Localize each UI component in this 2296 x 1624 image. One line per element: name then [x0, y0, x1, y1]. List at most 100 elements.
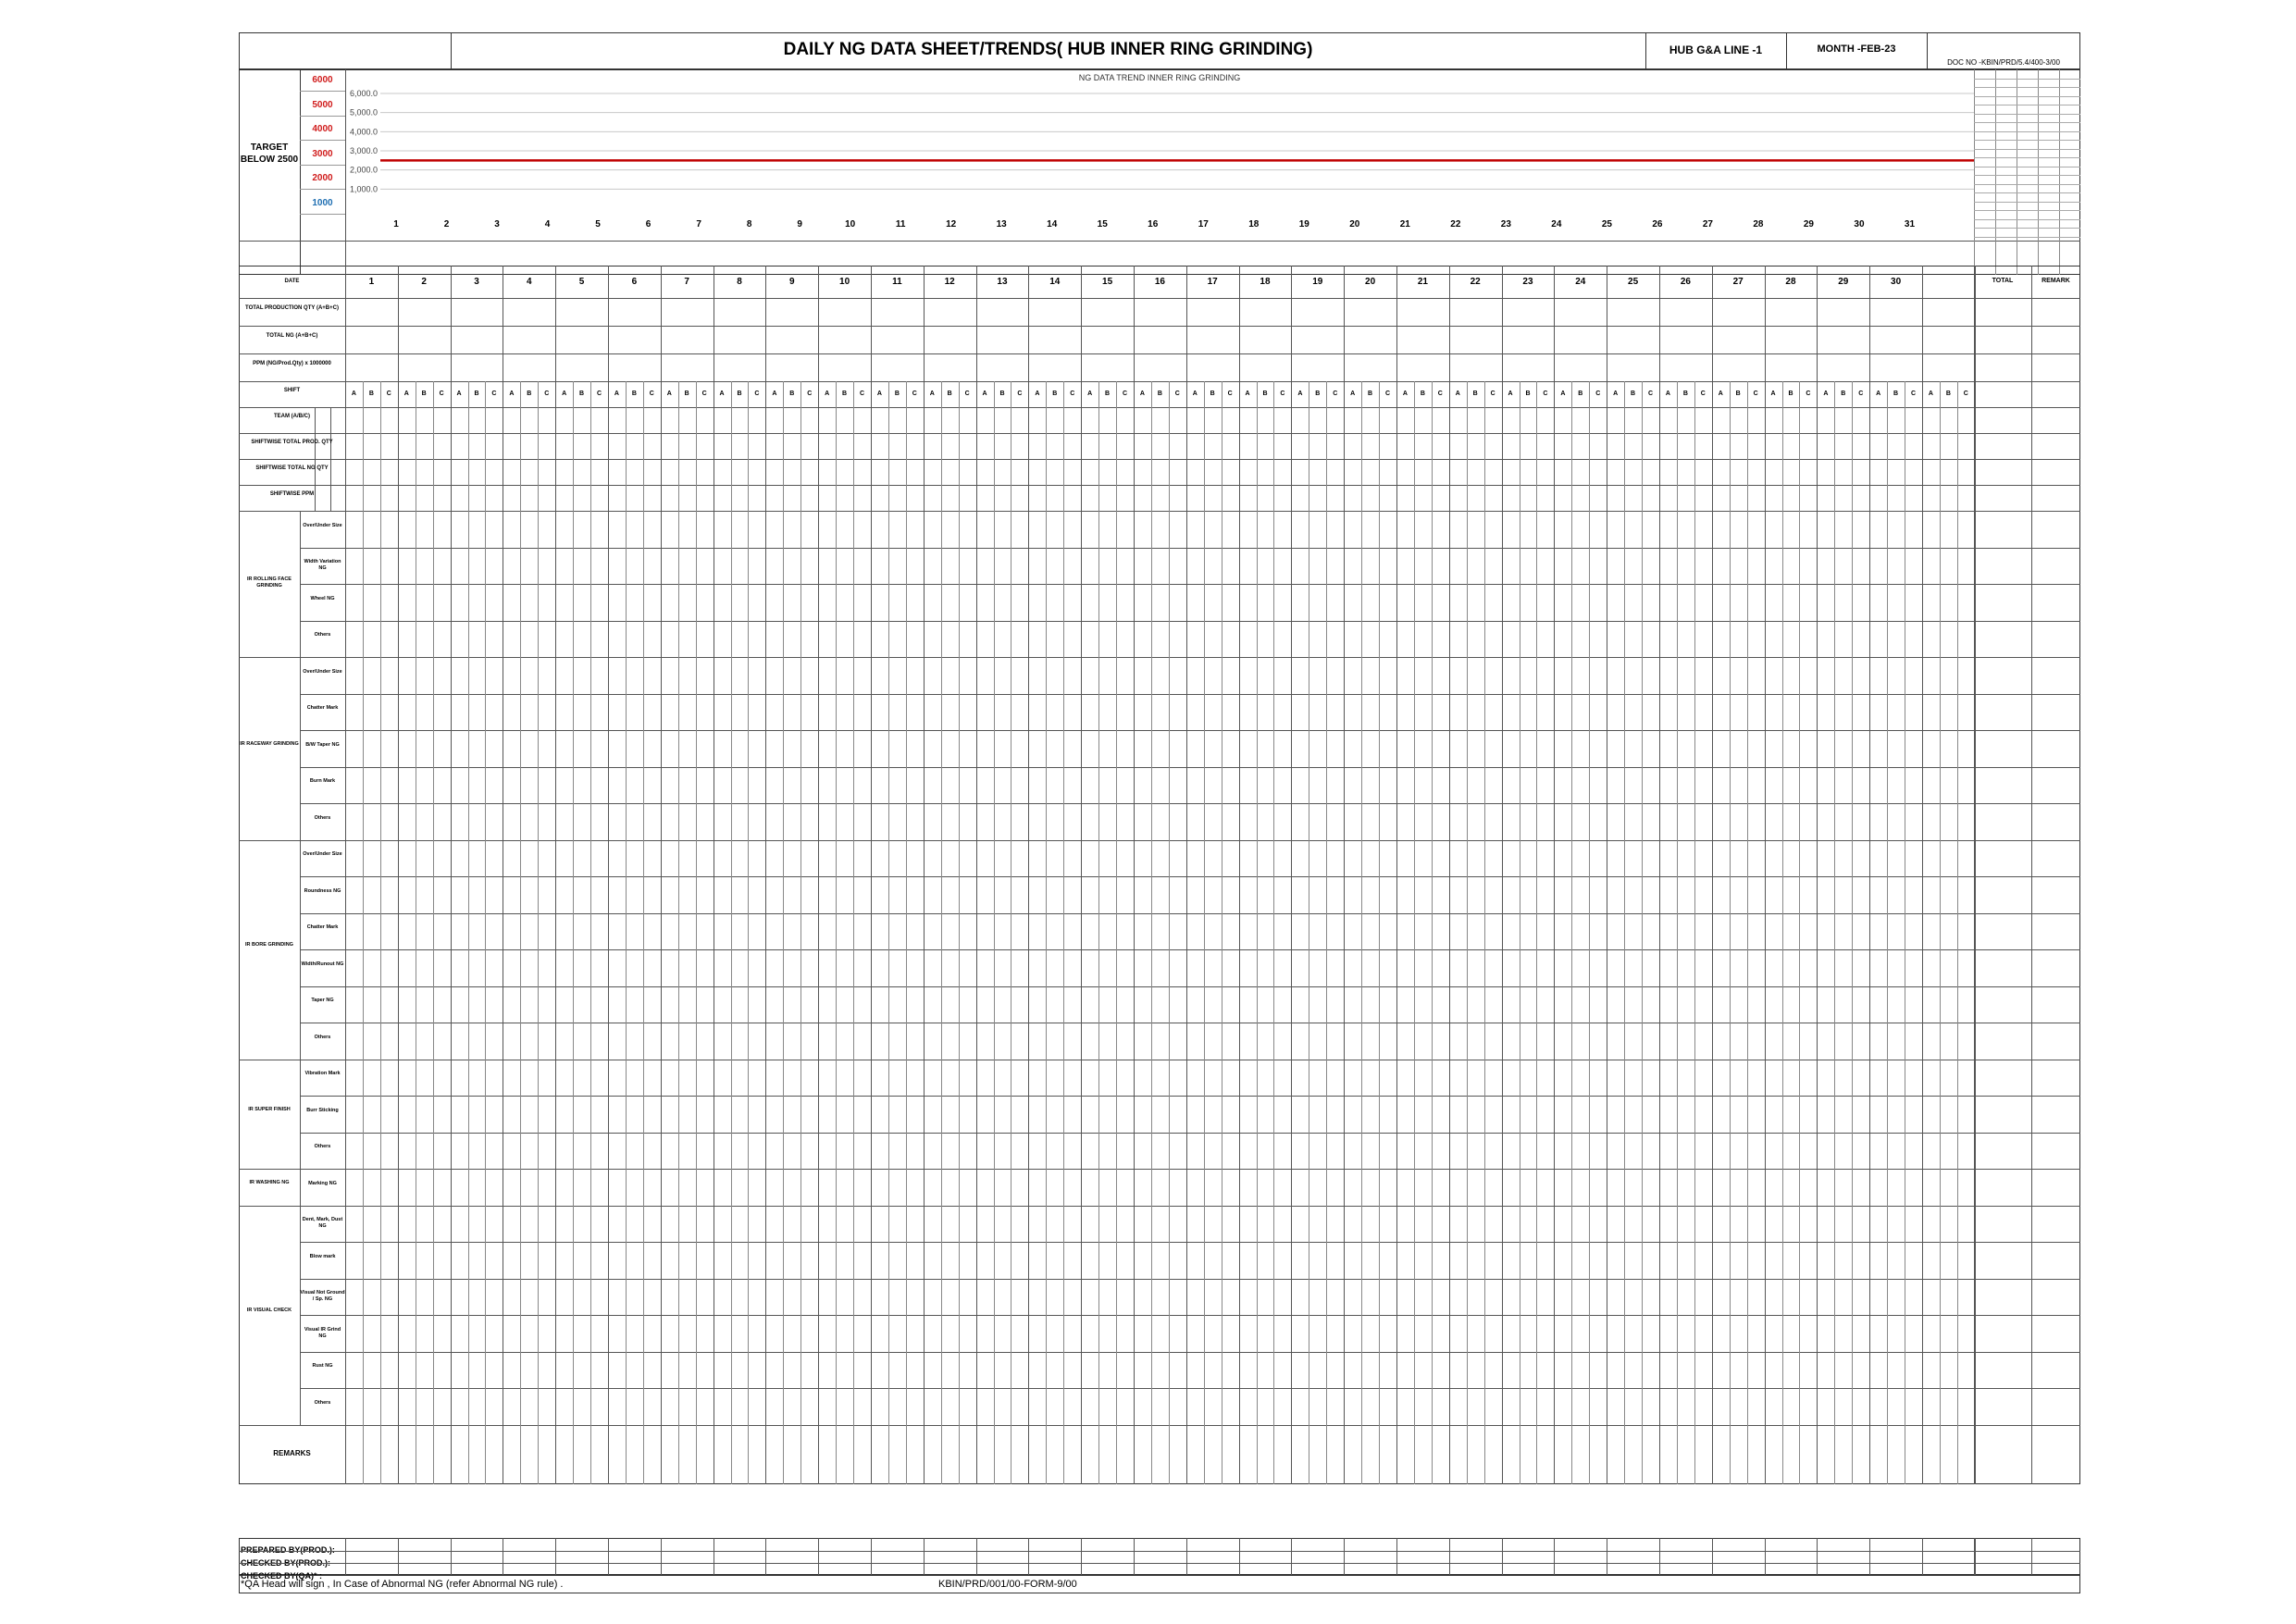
- chart-title: NG DATA TREND INNER RING GRINDING: [1079, 73, 1241, 82]
- line-label: HUB G&A LINE -1: [1669, 43, 1763, 56]
- shift-letter: A: [1665, 391, 1670, 397]
- day-header: 13: [997, 277, 1008, 287]
- prepared-by-label: PREPARED BY(PROD.):: [241, 1545, 335, 1555]
- shift-letter: A: [876, 391, 882, 397]
- shift-letter: A: [1560, 391, 1566, 397]
- shift-letter: B: [1578, 391, 1583, 397]
- row-label: SHIFTWISE TOTAL PROD. QTY: [251, 440, 333, 445]
- shift-letter: B: [1210, 391, 1215, 397]
- shift-letter: C: [1910, 391, 1917, 397]
- x-tick-label: 19: [1299, 219, 1310, 229]
- shift-letter: B: [1052, 391, 1058, 397]
- day-header: 18: [1260, 277, 1271, 287]
- shift-letter: B: [947, 391, 952, 397]
- shift-letter: C: [1595, 391, 1601, 397]
- defect-item-label: B/W Taper NG: [305, 741, 340, 748]
- shift-letter: A: [403, 391, 409, 397]
- day-header: 1: [368, 277, 375, 287]
- defect-item-label: Blow mark: [309, 1253, 336, 1259]
- shift-letter: A: [929, 391, 935, 397]
- shift-letter: B: [1841, 391, 1846, 397]
- x-tick-label: 12: [946, 219, 957, 229]
- remark-header: REMARK: [2042, 278, 2070, 284]
- day-header: 17: [1207, 277, 1218, 287]
- day-header: 9: [789, 277, 795, 287]
- x-tick-label: 13: [997, 219, 1008, 229]
- defect-item-label: Burn Mark: [309, 778, 336, 785]
- x-tick-label: 21: [1400, 219, 1411, 229]
- shift-letter: A: [982, 391, 987, 397]
- row-label: TEAM (A/B/C): [274, 414, 310, 419]
- x-tick-label: 15: [1098, 219, 1109, 229]
- shift-letter: A: [1087, 391, 1093, 397]
- shift-letter: A: [666, 391, 672, 397]
- shift-letter: A: [1613, 391, 1619, 397]
- day-header: 7: [684, 277, 689, 287]
- day-header: 4: [527, 277, 532, 287]
- shift-letter: A: [1876, 391, 1881, 397]
- shift-letter: A: [1402, 391, 1408, 397]
- shift-letter: B: [1945, 391, 1951, 397]
- shift-letter: B: [1682, 391, 1688, 397]
- x-tick-label: 23: [1501, 219, 1512, 229]
- day-header: 6: [631, 277, 638, 287]
- defect-item-label: Others: [314, 632, 331, 638]
- shift-letter: B: [789, 391, 795, 397]
- shift-letter: A: [719, 391, 725, 397]
- x-tick-label: 27: [1703, 219, 1714, 229]
- scale-label: 4000: [312, 124, 333, 134]
- defect-item-label: Rust NG: [312, 1363, 333, 1370]
- shift-letter: C: [1017, 391, 1023, 397]
- row-label: SHIFTWISE PPM: [269, 491, 315, 497]
- x-tick-label: 28: [1753, 219, 1764, 229]
- shift-letter: A: [1455, 391, 1460, 397]
- shift-letter: B: [1105, 391, 1111, 397]
- shift-letter: B: [684, 391, 689, 397]
- shift-letter: B: [1735, 391, 1741, 397]
- shift-letter: B: [894, 391, 900, 397]
- defect-group-label: IR BORE GRINDING: [245, 942, 293, 948]
- x-tick-label: 22: [1450, 219, 1461, 229]
- defect-item-label: Chatter Mark: [306, 924, 339, 931]
- shift-letter: B: [1315, 391, 1321, 397]
- x-tick-label: 31: [1905, 219, 1916, 229]
- defect-item-label: Vibration Mark: [304, 1071, 341, 1077]
- scale-label: 2000: [312, 173, 333, 183]
- doc-number: DOC NO -KBIN/PRD/5.4/400-3/00: [1947, 58, 2060, 67]
- form-number: KBIN/PRD/001/00-FORM-9/00: [938, 1579, 1077, 1590]
- defect-item-label: Width/Runout NG: [301, 961, 344, 967]
- ng-data-sheet: DAILY NG DATA SHEET/TRENDS( HUB INNER RI…: [239, 32, 2080, 1607]
- x-tick-label: 10: [845, 219, 856, 229]
- defect-item-label: Wheel NG: [310, 595, 335, 601]
- shift-letter: B: [842, 391, 848, 397]
- defect-item-label: Over/Under Size: [303, 668, 342, 675]
- shift-letter: C: [1700, 391, 1706, 397]
- shift-letter: C: [596, 391, 602, 397]
- shift-letter: C: [1858, 391, 1864, 397]
- shift-letter: B: [421, 391, 427, 397]
- shift-letter: A: [1035, 391, 1040, 397]
- day-header: 11: [892, 277, 902, 287]
- day-header: 25: [1628, 277, 1639, 287]
- date-label: DATE: [284, 279, 300, 284]
- shift-letter: C: [1280, 391, 1285, 397]
- defect-item-label: Taper NG: [311, 998, 334, 1004]
- row-label: SHIFTWISE TOTAL NG QTY: [255, 465, 329, 471]
- shift-letter: C: [807, 391, 813, 397]
- shift-letter: A: [772, 391, 777, 397]
- defect-item-label: Others: [314, 1399, 331, 1406]
- shift-letter: C: [1384, 391, 1391, 397]
- day-header: 15: [1102, 277, 1113, 287]
- shift-letter: B: [527, 391, 532, 397]
- defect-group-label: IR ROLLING FACE GRINDING: [247, 576, 292, 589]
- day-header: 5: [578, 277, 585, 287]
- day-header: 14: [1049, 277, 1061, 287]
- shift-letter: A: [1245, 391, 1250, 397]
- shift-letter: B: [1368, 391, 1373, 397]
- day-header: 10: [839, 277, 850, 287]
- x-tick-label: 2: [444, 219, 450, 229]
- shift-letter: A: [1297, 391, 1303, 397]
- shift-letter: B: [999, 391, 1005, 397]
- y-tick-label: 5,000.0: [350, 108, 378, 118]
- target-label: TARGET BELOW 2500: [240, 143, 299, 165]
